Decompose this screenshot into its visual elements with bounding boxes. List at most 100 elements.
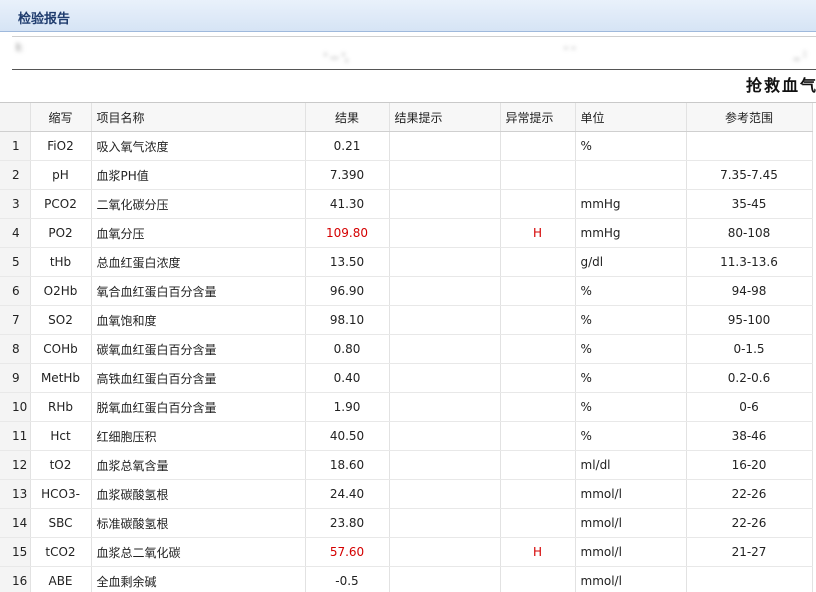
table-row[interactable]: 14SBC标准碳酸氢根23.80mmol/l22-26 [0, 509, 812, 538]
patient-info-masked-mid1: ' -- ', [324, 51, 348, 64]
header-result-hint[interactable]: 结果提示 [389, 103, 500, 132]
cell-unit: % [575, 277, 686, 306]
cell-item-name: 标准碳酸氢根 [91, 509, 305, 538]
cell-result: 98.10 [305, 306, 389, 335]
results-grid: 缩写 项目名称 结果 结果提示 异常提示 单位 参考范围 1FiO2吸入氧气浓度… [0, 102, 816, 592]
header-result[interactable]: 结果 [305, 103, 389, 132]
cell-result-hint [389, 509, 500, 538]
cell-abnormal-flag [500, 277, 575, 306]
table-row[interactable]: 16ABE全血剩余碱-0.5mmol/l [0, 567, 812, 592]
cell-abbr: Hct [30, 422, 91, 451]
cell-abnormal-flag [500, 567, 575, 592]
cell-reference-range: 22-26 [686, 509, 812, 538]
cell-unit: % [575, 335, 686, 364]
cell-abbr: tCO2 [30, 538, 91, 567]
cell-item-name: 吸入氧气浓度 [91, 132, 305, 161]
cell-unit: % [575, 422, 686, 451]
cell-item-name: 总血红蛋白浓度 [91, 248, 305, 277]
cell-abbr: ABE [30, 567, 91, 592]
cell-abnormal-flag [500, 190, 575, 219]
header-reference-range[interactable]: 参考范围 [686, 103, 812, 132]
cell-abbr: HCO3- [30, 480, 91, 509]
table-row[interactable]: 6O2Hb氧合血红蛋白百分含量96.90%94-98 [0, 277, 812, 306]
cell-item-name: 碳氧血红蛋白百分含量 [91, 335, 305, 364]
report-banner: 抢救血气 [746, 72, 816, 96]
cell-reference-range [686, 132, 812, 161]
cell-item-name: 血浆PH值 [91, 161, 305, 190]
cell-unit: % [575, 306, 686, 335]
header-abbr[interactable]: 缩写 [30, 103, 91, 132]
table-row[interactable]: 3PCO2二氧化碳分压41.30mmHg35-45 [0, 190, 812, 219]
header-item-name[interactable]: 项目名称 [91, 103, 305, 132]
cell-result: 0.80 [305, 335, 389, 364]
window-title: 检验报告 [18, 8, 70, 27]
cell-abnormal-flag [500, 509, 575, 538]
table-row[interactable]: 8COHb碳氧血红蛋白百分含量0.80%0-1.5 [0, 335, 812, 364]
results-table: 缩写 项目名称 结果 结果提示 异常提示 单位 参考范围 1FiO2吸入氧气浓度… [0, 103, 813, 592]
cell-result-hint [389, 190, 500, 219]
cell-item-name: 血浆总二氧化碳 [91, 538, 305, 567]
cell-abnormal-flag [500, 451, 575, 480]
cell-unit: mmol/l [575, 567, 686, 592]
table-row[interactable]: 1FiO2吸入氧气浓度0.21% [0, 132, 812, 161]
cell-abnormal-flag [500, 364, 575, 393]
cell-reference-range: 16-20 [686, 451, 812, 480]
cell-result-hint [389, 161, 500, 190]
cell-result: 96.90 [305, 277, 389, 306]
cell-reference-range: 38-46 [686, 422, 812, 451]
cell-result-hint [389, 364, 500, 393]
cell-reference-range: 21-27 [686, 538, 812, 567]
cell-abbr: COHb [30, 335, 91, 364]
patient-info-masked-right: _ : [794, 47, 807, 60]
row-number: 3 [0, 190, 30, 219]
row-number: 14 [0, 509, 30, 538]
cell-result: -0.5 [305, 567, 389, 592]
row-number: 11 [0, 422, 30, 451]
header-unit[interactable]: 单位 [575, 103, 686, 132]
cell-abbr: FiO2 [30, 132, 91, 161]
table-row[interactable]: 7SO2血氧饱和度98.10%95-100 [0, 306, 812, 335]
cell-abbr: tHb [30, 248, 91, 277]
cell-result: 13.50 [305, 248, 389, 277]
cell-abbr: SBC [30, 509, 91, 538]
cell-abnormal-flag [500, 161, 575, 190]
patient-info-bar: I: ' -- ', - - _ : [12, 36, 816, 70]
cell-abbr: PO2 [30, 219, 91, 248]
cell-abnormal-flag: H [500, 538, 575, 567]
row-number: 12 [0, 451, 30, 480]
table-row[interactable]: 11Hct红细胞压积40.50%38-46 [0, 422, 812, 451]
cell-unit: mmol/l [575, 480, 686, 509]
row-number: 6 [0, 277, 30, 306]
table-row[interactable]: 10RHb脱氧血红蛋白百分含量1.90%0-6 [0, 393, 812, 422]
cell-abnormal-flag [500, 248, 575, 277]
cell-reference-range: 0-1.5 [686, 335, 812, 364]
cell-abbr: MetHb [30, 364, 91, 393]
table-row[interactable]: 4PO2血氧分压109.80HmmHg80-108 [0, 219, 812, 248]
cell-reference-range: 0-6 [686, 393, 812, 422]
table-row[interactable]: 5tHb总血红蛋白浓度13.50g/dl11.3-13.6 [0, 248, 812, 277]
cell-abnormal-flag [500, 306, 575, 335]
cell-result: 23.80 [305, 509, 389, 538]
table-row[interactable]: 15tCO2血浆总二氧化碳57.60Hmmol/l21-27 [0, 538, 812, 567]
cell-unit: % [575, 132, 686, 161]
cell-result-hint [389, 248, 500, 277]
cell-reference-range: 95-100 [686, 306, 812, 335]
table-row[interactable]: 12tO2血浆总氧含量18.60ml/dl16-20 [0, 451, 812, 480]
patient-info-masked-mid2: - - [564, 41, 575, 54]
header-abnormal-flag[interactable]: 异常提示 [500, 103, 575, 132]
cell-unit: g/dl [575, 248, 686, 277]
cell-result-hint [389, 480, 500, 509]
cell-abbr: SO2 [30, 306, 91, 335]
cell-result-hint [389, 219, 500, 248]
table-body: 1FiO2吸入氧气浓度0.21%2pH血浆PH值7.3907.35-7.453P… [0, 132, 812, 592]
cell-abnormal-flag [500, 335, 575, 364]
cell-unit: ml/dl [575, 451, 686, 480]
table-row[interactable]: 2pH血浆PH值7.3907.35-7.45 [0, 161, 812, 190]
row-number: 16 [0, 567, 30, 592]
cell-result: 57.60 [305, 538, 389, 567]
cell-result-hint [389, 132, 500, 161]
table-row[interactable]: 13HCO3-血浆碳酸氢根24.40mmol/l22-26 [0, 480, 812, 509]
cell-unit: % [575, 364, 686, 393]
table-row[interactable]: 9MetHb高铁血红蛋白百分含量0.40%0.2-0.6 [0, 364, 812, 393]
cell-abbr: PCO2 [30, 190, 91, 219]
